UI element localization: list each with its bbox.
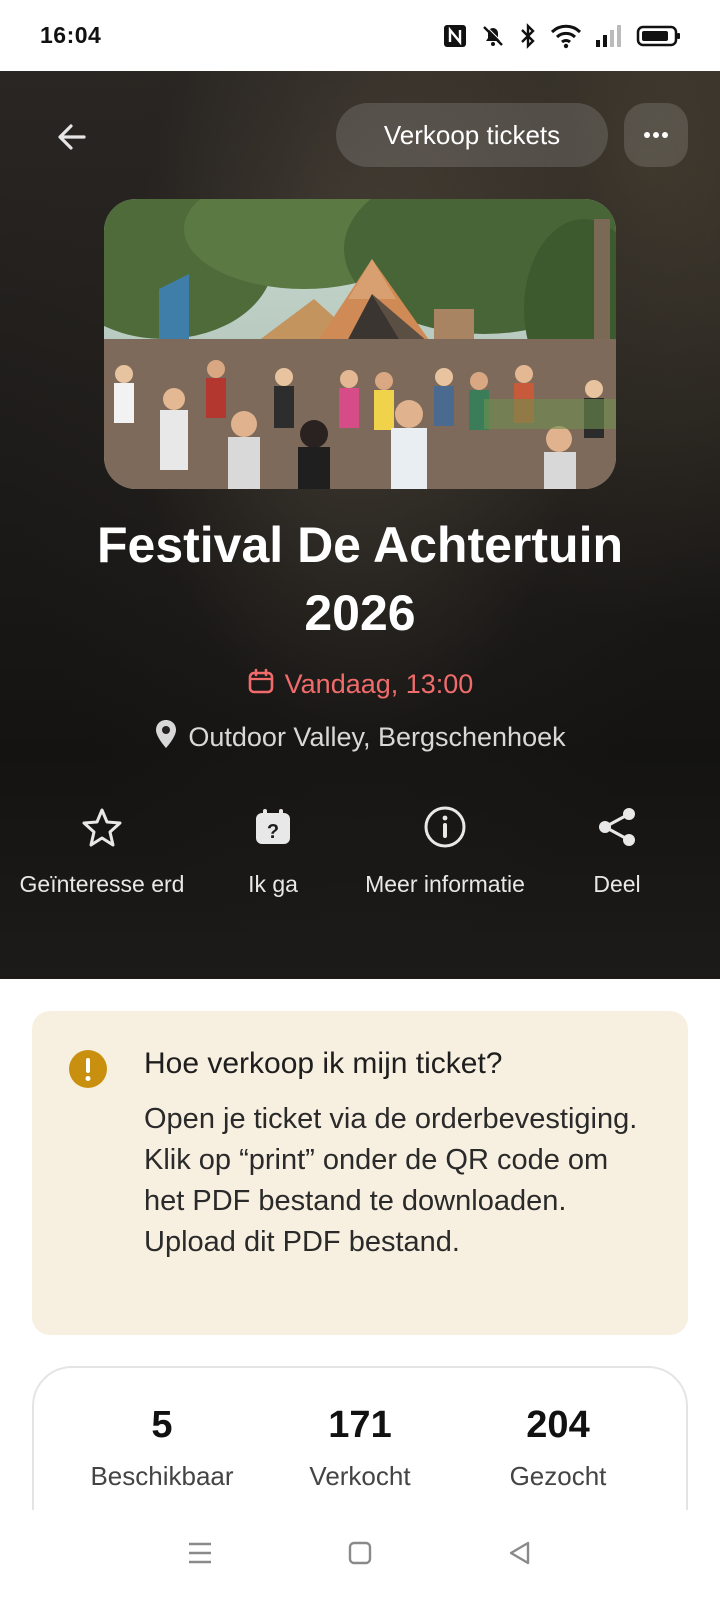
stat-label: Gezocht (509, 1461, 607, 1491)
battery-icon (636, 23, 682, 49)
stat-value: 171 (328, 1404, 392, 1446)
event-date-text: Vandaag, 13:00 (284, 669, 474, 699)
info-card-body: Open je ticket via de orderbevestiging. … (144, 1103, 638, 1258)
svg-text:?: ? (267, 821, 279, 843)
going-label: Ik ga (248, 871, 298, 897)
mute-icon (480, 23, 506, 49)
stat-label: Beschikbaar (90, 1461, 234, 1491)
menu-icon (186, 1540, 214, 1571)
more-info-button[interactable]: Meer informatie (360, 801, 530, 900)
signal-icon (594, 23, 624, 49)
map-pin-icon (154, 719, 178, 756)
more-options-button[interactable] (624, 103, 688, 167)
status-time: 16:04 (40, 22, 102, 48)
share-label: Deel (593, 871, 641, 897)
exclamation-circle-icon (68, 1049, 108, 1089)
status-icons (442, 22, 682, 49)
event-actions: Geïnteresse erd ? Ik ga Meer informatie … (0, 801, 720, 951)
info-circle-icon (423, 801, 467, 853)
stat-sold: 171 Verkocht (260, 1404, 460, 1492)
back-triangle-icon (507, 1540, 533, 1571)
more-info-label: Meer informatie (365, 871, 525, 897)
star-icon (81, 801, 123, 853)
recent-apps-button[interactable] (170, 1525, 230, 1585)
calendar-question-icon: ? (253, 801, 293, 853)
system-back-button[interactable] (490, 1525, 550, 1585)
info-card-title: Hoe verkoop ik mijn ticket? (144, 1047, 503, 1080)
home-square-icon (347, 1540, 373, 1571)
status-bar: 16:04 (0, 0, 720, 71)
event-date: Vandaag, 13:00 (0, 667, 720, 702)
sell-tickets-button[interactable]: Verkoop tickets (336, 103, 608, 167)
going-button[interactable]: ? Ik ga (188, 801, 358, 900)
stat-wanted: 204 Gezocht (458, 1404, 658, 1492)
event-location[interactable]: Outdoor Valley, Bergschenhoek (0, 719, 720, 756)
stat-value: 204 (526, 1404, 590, 1446)
back-button[interactable] (42, 109, 102, 169)
system-nav-bar (0, 1510, 720, 1600)
event-photo (104, 199, 616, 489)
stat-available: 5 Beschikbaar (62, 1404, 262, 1492)
event-hero: Verkoop tickets Festival De Achtertuin 2… (0, 71, 720, 979)
event-location-text: Outdoor Valley, Bergschenhoek (188, 722, 566, 752)
interested-label: Geïnteresse erd (19, 871, 185, 897)
bluetooth-icon (518, 22, 538, 49)
wifi-icon (550, 23, 582, 49)
share-button[interactable]: Deel (532, 801, 702, 900)
interested-button[interactable]: Geïnteresse erd (17, 801, 187, 900)
nfc-icon (442, 23, 468, 49)
more-horizontal-icon (643, 126, 669, 144)
stat-value: 5 (151, 1404, 173, 1446)
how-to-sell-card: Hoe verkoop ik mijn ticket? Open je tick… (32, 1011, 688, 1335)
event-title: Festival De Achtertuin 2026 (96, 517, 624, 641)
share-icon (596, 801, 638, 853)
arrow-left-icon (54, 119, 90, 160)
calendar-icon (247, 667, 275, 702)
home-button[interactable] (330, 1525, 390, 1585)
stat-label: Verkocht (309, 1461, 411, 1491)
